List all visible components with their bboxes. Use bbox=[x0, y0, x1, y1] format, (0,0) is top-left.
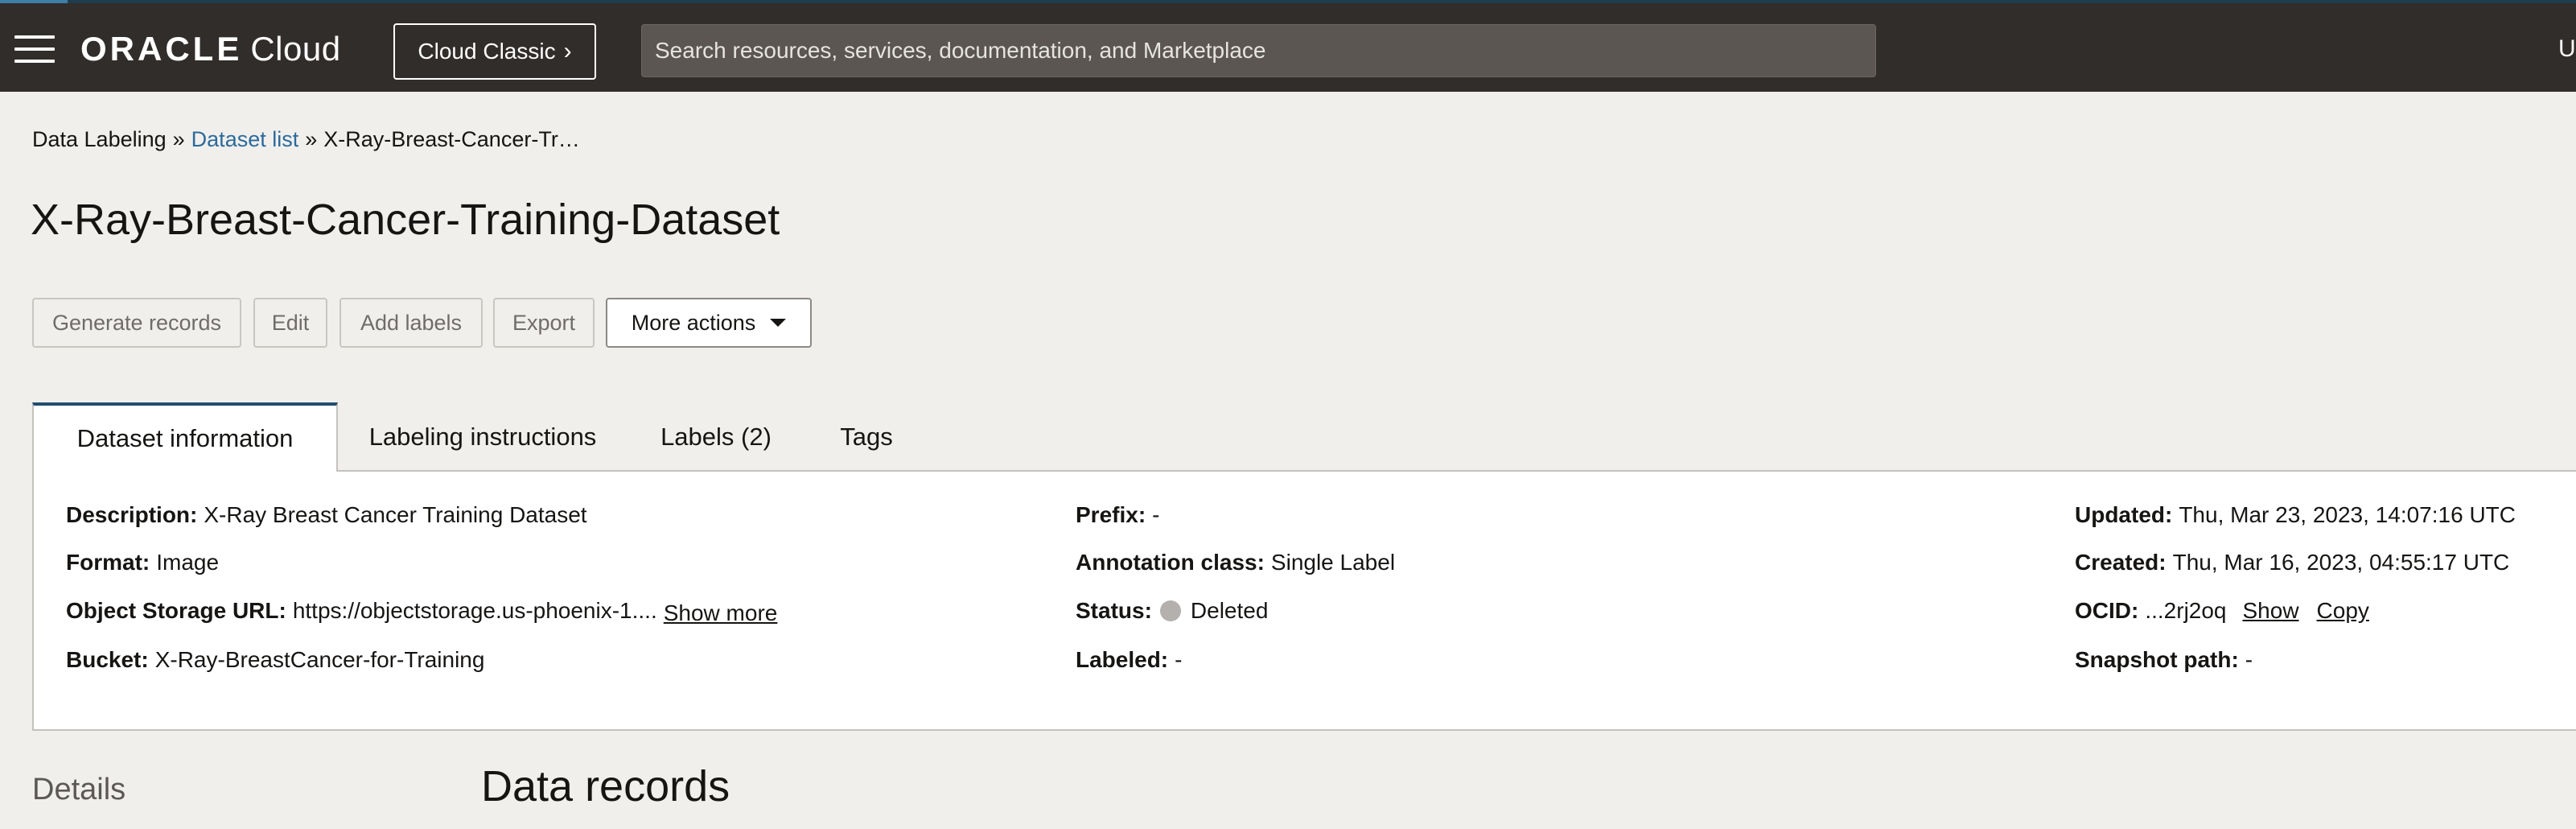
prefix-value: - bbox=[1152, 502, 1160, 527]
object-storage-url-field: Object Storage URL: https://objectstorag… bbox=[66, 598, 778, 626]
more-actions-button[interactable]: More actions bbox=[606, 298, 812, 348]
details-section-label: Details bbox=[32, 773, 126, 806]
more-actions-label: More actions bbox=[631, 310, 756, 335]
edit-button[interactable]: Edit bbox=[253, 298, 327, 348]
breadcrumb-data-labeling[interactable]: Data Labeling bbox=[32, 127, 167, 152]
snapshot-path-label: Snapshot path: bbox=[2075, 647, 2239, 672]
add-labels-button[interactable]: Add labels bbox=[339, 298, 483, 348]
format-value: Image bbox=[156, 550, 220, 575]
object-storage-url-value: https://objectstorage.us-phoenix-1.... bbox=[292, 598, 657, 623]
page-title: X-Ray-Breast-Cancer-Training-Dataset bbox=[31, 196, 780, 244]
dataset-information-panel: Description: X-Ray Breast Cancer Trainin… bbox=[32, 470, 2576, 731]
ocid-field: OCID: ...2rj2oq Show Copy bbox=[2075, 598, 2369, 624]
updated-value: Thu, Mar 23, 2023, 14:07:16 UTC bbox=[2179, 502, 2516, 527]
description-field: Description: X-Ray Breast Cancer Trainin… bbox=[66, 502, 587, 528]
ocid-show-link[interactable]: Show bbox=[2243, 598, 2299, 624]
updated-field: Updated: Thu, Mar 23, 2023, 14:07:16 UTC bbox=[2075, 502, 2516, 528]
bucket-value: X-Ray-BreastCancer-for-Training bbox=[154, 647, 485, 672]
object-storage-url-label: Object Storage URL: bbox=[66, 598, 286, 623]
tab-tags[interactable]: Tags bbox=[816, 402, 917, 472]
cloud-classic-label: Cloud Classic bbox=[418, 39, 556, 64]
labeled-value: - bbox=[1175, 647, 1183, 672]
caret-down-icon bbox=[770, 319, 787, 327]
labeled-label: Labeled: bbox=[1076, 647, 1169, 672]
export-button[interactable]: Export bbox=[493, 298, 595, 348]
breadcrumb-current: X-Ray-Breast-Cancer-Tr… bbox=[323, 127, 580, 151]
oracle-cloud-logo[interactable]: ORACLE Cloud bbox=[80, 27, 341, 71]
breadcrumb-separator: » bbox=[172, 127, 185, 151]
snapshot-path-field: Snapshot path: - bbox=[2075, 647, 2253, 673]
status-label: Status: bbox=[1076, 598, 1152, 623]
logo-product-text: Cloud bbox=[250, 30, 341, 68]
annotation-class-value: Single Label bbox=[1270, 550, 1396, 575]
updated-label: Updated: bbox=[2075, 502, 2173, 527]
format-field: Format: Image bbox=[66, 550, 219, 575]
prefix-field: Prefix: - bbox=[1076, 502, 1159, 528]
ocid-value: ...2rj2oq bbox=[2145, 598, 2227, 623]
hamburger-menu-icon[interactable] bbox=[14, 35, 55, 63]
cloud-classic-button[interactable]: Cloud Classic › bbox=[393, 23, 596, 80]
breadcrumb-dataset-list-link[interactable]: Dataset list bbox=[191, 127, 299, 152]
created-label: Created: bbox=[2075, 550, 2167, 575]
description-value: X-Ray Breast Cancer Training Dataset bbox=[204, 502, 587, 527]
show-more-link[interactable]: Show more bbox=[664, 600, 778, 626]
data-records-title: Data records bbox=[481, 762, 730, 810]
status-value: Deleted bbox=[1190, 598, 1269, 623]
breadcrumb-separator: » bbox=[305, 127, 318, 151]
tab-dataset-information[interactable]: Dataset information bbox=[32, 402, 338, 472]
status-dot-icon bbox=[1159, 600, 1181, 621]
bucket-field: Bucket: X-Ray-BreastCancer-for-Training bbox=[66, 647, 484, 673]
topbar-accent-strip bbox=[0, 0, 68, 3]
logo-brand-text: ORACLE bbox=[80, 30, 243, 68]
dataset-tabs: Dataset information Labeling instruction… bbox=[32, 402, 2576, 472]
prefix-label: Prefix: bbox=[1076, 502, 1146, 527]
created-field: Created: Thu, Mar 16, 2023, 04:55:17 UTC bbox=[2075, 550, 2509, 575]
user-menu[interactable]: U bbox=[2558, 35, 2576, 63]
description-label: Description: bbox=[66, 502, 198, 527]
annotation-class-field: Annotation class: Single Label bbox=[1076, 550, 1395, 575]
ocid-label: OCID: bbox=[2075, 598, 2139, 623]
generate-records-button[interactable]: Generate records bbox=[32, 298, 241, 348]
created-value: Thu, Mar 16, 2023, 04:55:17 UTC bbox=[2172, 550, 2510, 575]
annotation-class-label: Annotation class: bbox=[1076, 550, 1265, 575]
tab-labels[interactable]: Labels (2) bbox=[645, 402, 787, 472]
breadcrumb: Data Labeling » Dataset list » X-Ray-Bre… bbox=[32, 127, 580, 152]
search-input[interactable] bbox=[655, 38, 1875, 64]
top-navigation-bar: ORACLE Cloud Cloud Classic › U bbox=[0, 0, 2576, 92]
ocid-copy-link[interactable]: Copy bbox=[2317, 598, 2369, 624]
labeled-field: Labeled: - bbox=[1076, 647, 1182, 673]
global-search-bar[interactable] bbox=[641, 24, 1876, 77]
chevron-right-icon: › bbox=[563, 38, 572, 64]
format-label: Format: bbox=[66, 550, 150, 575]
snapshot-path-value: - bbox=[2245, 647, 2253, 672]
status-field: Status: Deleted bbox=[1076, 598, 1268, 624]
bucket-label: Bucket: bbox=[66, 647, 149, 672]
tab-labeling-instructions[interactable]: Labeling instructions bbox=[354, 402, 611, 472]
